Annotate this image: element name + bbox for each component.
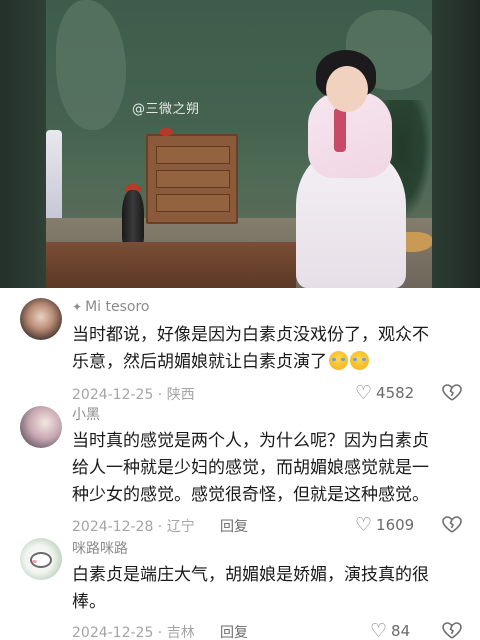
- avatar[interactable]: [20, 298, 62, 340]
- heart-icon: ♡: [355, 514, 373, 536]
- badge-icon: ✦: [72, 300, 83, 314]
- comment-username[interactable]: 小黑: [72, 404, 100, 424]
- broken-heart-icon[interactable]: [442, 621, 462, 640]
- comment-meta: 2024-12-28 · 辽宁 回复 ♡ 1609: [72, 516, 462, 538]
- reply-button[interactable]: 回复: [220, 516, 248, 536]
- comment-date: 2024-12-25 · 陕西: [72, 387, 195, 403]
- comment-username[interactable]: ✦ Mi tesoro: [72, 299, 149, 315]
- wooden-table: [46, 242, 296, 288]
- broken-heart-icon[interactable]: [442, 383, 462, 403]
- comment-text: 当时都说，好像是因为白素贞没戏份了，观众不乐意，然后胡媚娘就让白素贞演了: [72, 325, 429, 372]
- comment-text: 白素贞是端庄大气，胡媚娘是娇媚，演技真的很棒。: [72, 565, 429, 612]
- vase: [122, 190, 144, 248]
- wooden-cabinet: [146, 134, 238, 224]
- crying-face-icon: [350, 351, 369, 370]
- red-object: [159, 128, 173, 136]
- reply-button[interactable]: 回复: [220, 622, 248, 640]
- comment-meta: 2024-12-25 · 吉林 回复 ♡ 84: [72, 622, 462, 640]
- actress-sash: [334, 108, 346, 152]
- heart-icon: ♡: [355, 382, 373, 404]
- video-blur-left: [0, 0, 46, 288]
- video-blur-right: [432, 0, 480, 288]
- like-button[interactable]: ♡ 4582: [355, 382, 415, 404]
- video-watermark: @三微之朔: [132, 102, 200, 117]
- avatar[interactable]: [20, 538, 62, 580]
- comment-date: 2024-12-28 · 辽宁: [72, 519, 195, 535]
- like-count: 1609: [376, 516, 415, 534]
- comment-date: 2024-12-25 · 吉林: [72, 625, 195, 640]
- video-player[interactable]: @三微之朔: [0, 0, 480, 288]
- video-frame: @三微之朔: [46, 0, 432, 288]
- comment-list: ✦ Mi tesoro 当时都说，好像是因为白素贞没戏份了，观众不乐意，然后胡媚娘…: [0, 288, 480, 640]
- avatar[interactable]: [20, 406, 62, 448]
- like-count: 4582: [376, 384, 415, 402]
- comment-text: 当时真的感觉是两个人，为什么呢？因为白素贞给人一种就是少妇的感觉，而胡媚娘感觉就…: [72, 431, 429, 505]
- like-count: 84: [391, 622, 411, 640]
- comment-meta: 2024-12-25 · 陕西 ♡ 4582: [72, 384, 462, 406]
- actress-face: [326, 66, 368, 112]
- like-button[interactable]: ♡ 84: [370, 622, 410, 640]
- like-button[interactable]: ♡ 1609: [355, 514, 415, 536]
- heart-icon: ♡: [370, 620, 388, 640]
- comment-username[interactable]: 咪路咪路: [72, 538, 128, 558]
- rock-wall: [56, 0, 126, 130]
- crying-face-icon: [329, 351, 348, 370]
- broken-heart-icon[interactable]: [442, 515, 462, 535]
